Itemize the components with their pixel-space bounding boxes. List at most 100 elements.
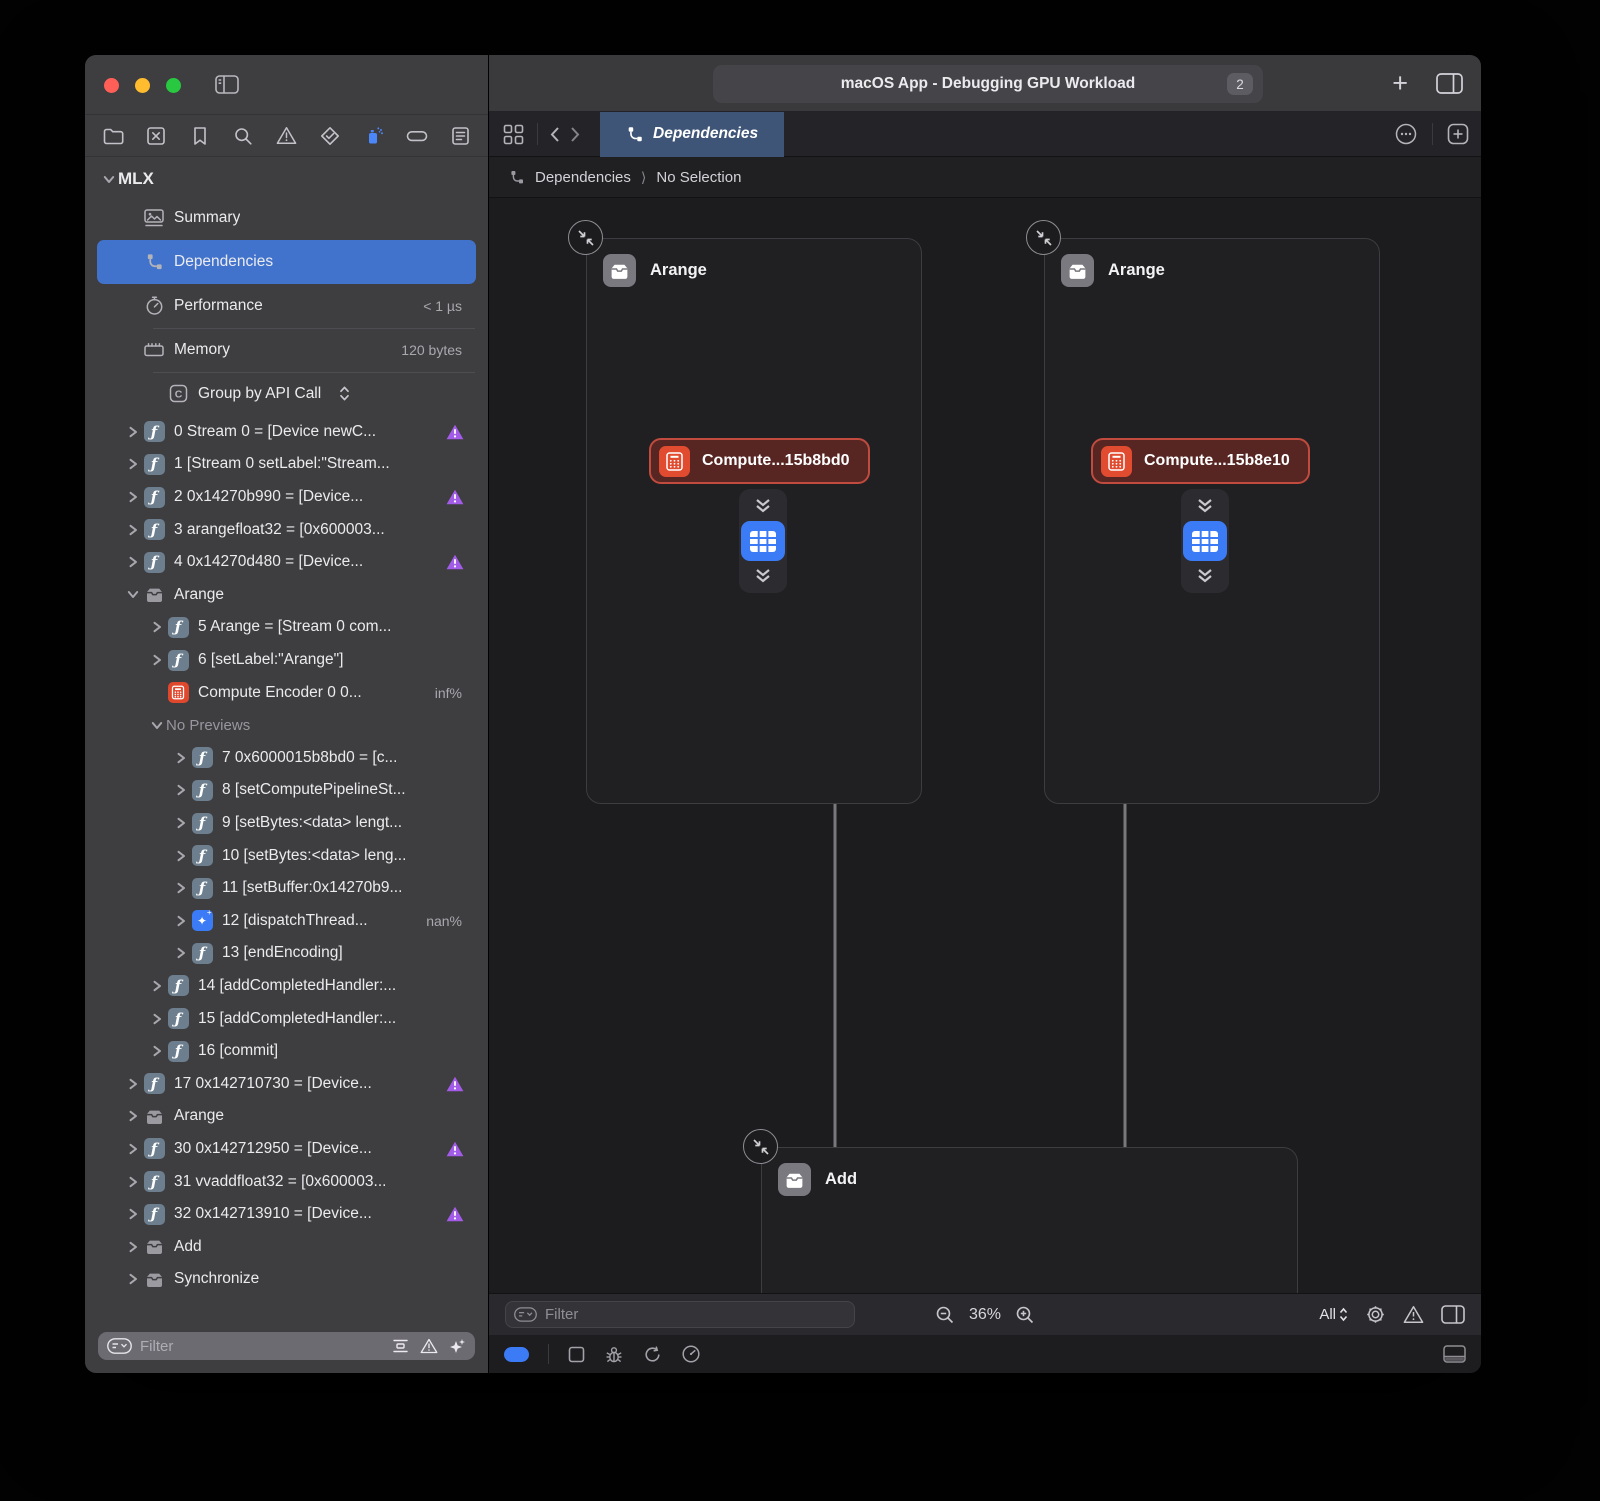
sidebar-item-performance[interactable]: Performance< 1 µs <box>85 284 488 328</box>
right-panel-icon[interactable] <box>1441 1305 1465 1324</box>
dependency-graph-canvas[interactable]: Arange Compute...15b8bd0 <box>489 198 1481 1293</box>
tree-row[interactable]: ƒ32 0x142713910 = [Device... <box>85 1198 488 1231</box>
tree-row[interactable]: ƒ15 [addCompletedHandler:... <box>85 1002 488 1035</box>
blue-capsule-toggle[interactable] <box>504 1347 529 1362</box>
chevron-right-icon[interactable] <box>123 425 142 439</box>
tree-row[interactable]: ƒ3 arangefloat32 = [0x600003... <box>85 513 488 546</box>
sidebar-item-memory[interactable]: Memory120 bytes <box>85 328 488 372</box>
tree-row[interactable]: Synchronize <box>85 1263 488 1296</box>
collapse-group-button[interactable] <box>568 220 603 255</box>
tab-dependencies[interactable]: Dependencies <box>600 112 784 157</box>
tree-row[interactable]: ƒ11 [setBuffer:0x14270b9... <box>85 872 488 905</box>
warning-filter-icon[interactable] <box>420 1338 438 1354</box>
tree-row[interactable]: ƒ17 0x142710730 = [Device... <box>85 1067 488 1100</box>
tree-row[interactable]: No Previews <box>85 709 488 742</box>
minimize-button[interactable] <box>135 78 150 93</box>
tree-row[interactable]: ƒ8 [setComputePipelineSt... <box>85 774 488 807</box>
chevron-right-icon[interactable] <box>123 1240 142 1254</box>
tree-row[interactable]: ƒ30 0x142712950 = [Device... <box>85 1133 488 1166</box>
tree-row[interactable]: ƒ6 [setLabel:"Arange"] <box>85 644 488 677</box>
chevron-right-icon[interactable] <box>123 457 142 471</box>
sparkle-filter-icon[interactable] <box>449 1338 466 1355</box>
chevron-right-icon[interactable] <box>123 1077 142 1091</box>
compute-encoder-node[interactable]: Compute...15b8bd0 <box>649 438 870 484</box>
resource-node[interactable] <box>1181 489 1229 593</box>
resource-node[interactable] <box>739 489 787 593</box>
collapse-group-button[interactable] <box>1026 220 1061 255</box>
zoom-button[interactable] <box>166 78 181 93</box>
close-button[interactable] <box>104 78 119 93</box>
refresh-icon[interactable] <box>643 1345 662 1364</box>
chevron-right-icon[interactable] <box>171 914 190 928</box>
chevron-down-icon[interactable] <box>123 588 142 601</box>
chevron-right-icon[interactable] <box>171 881 190 895</box>
chevron-right-icon[interactable] <box>171 816 190 830</box>
sidebar-item-summary[interactable]: Summary <box>85 196 488 240</box>
updown-chevrons-icon[interactable] <box>339 385 350 402</box>
group-add[interactable]: Add <box>761 1147 1298 1293</box>
split-editor-icon[interactable] <box>1436 73 1463 94</box>
toggle-sidebar-icon[interactable] <box>215 75 239 99</box>
grid-overview-icon[interactable] <box>489 124 537 145</box>
sidebar-item-dependencies[interactable]: Dependencies <box>97 240 476 284</box>
zoom-in-icon[interactable] <box>1015 1305 1035 1325</box>
tree-root-mlx[interactable]: MLX <box>85 163 488 196</box>
flatten-hierarchy-icon[interactable] <box>392 1338 409 1354</box>
chevron-right-icon[interactable] <box>123 523 142 537</box>
chevron-right-icon[interactable] <box>171 751 190 765</box>
breadcrumb-item[interactable]: Dependencies <box>535 169 631 186</box>
zoom-level[interactable]: 36% <box>969 1306 1001 1324</box>
group-arange-1[interactable]: Arange Compute...15b8bd0 <box>586 238 922 804</box>
tree-row[interactable]: Add <box>85 1230 488 1263</box>
scope-select[interactable]: All <box>1319 1306 1348 1323</box>
tree-row[interactable]: ƒ14 [addCompletedHandler:... <box>85 970 488 1003</box>
chevron-right-icon[interactable] <box>123 1142 142 1156</box>
bottom-panel-icon[interactable] <box>1443 1345 1466 1363</box>
tree-row[interactable]: ƒ5 Arange = [Stream 0 com... <box>85 611 488 644</box>
tree-row[interactable]: Arange <box>85 579 488 612</box>
back-chevron-icon[interactable] <box>548 125 562 144</box>
chevron-right-icon[interactable] <box>123 1272 142 1286</box>
spray-can-icon[interactable] <box>360 123 386 149</box>
zoom-out-icon[interactable] <box>935 1305 955 1325</box>
compute-encoder-node[interactable]: Compute...15b8e10 <box>1091 438 1310 484</box>
chevron-down-icon[interactable] <box>147 719 166 732</box>
window-tab[interactable]: macOS App - Debugging GPU Workload 2 <box>713 65 1263 103</box>
warning-triangle-icon[interactable] <box>274 123 300 149</box>
tree-row[interactable]: ƒ31 vvaddfloat32 = [0x600003... <box>85 1165 488 1198</box>
chevron-right-icon[interactable] <box>147 1012 166 1026</box>
tree-row[interactable]: ✦+12 [dispatchThread...nan% <box>85 905 488 938</box>
capsule-icon[interactable] <box>404 123 430 149</box>
chevron-right-icon[interactable] <box>123 1207 142 1221</box>
ellipsis-circle-icon[interactable] <box>1394 122 1418 146</box>
folder-icon[interactable] <box>100 123 126 149</box>
forward-chevron-icon[interactable] <box>568 125 582 144</box>
chevron-right-icon[interactable] <box>147 1044 166 1058</box>
chevron-right-icon[interactable] <box>123 555 142 569</box>
chevron-right-icon[interactable] <box>147 979 166 993</box>
graph-filter-field[interactable]: Filter <box>505 1301 855 1328</box>
chevron-down-icon[interactable] <box>99 173 118 186</box>
tree-row[interactable]: ƒ0 Stream 0 = [Device newC... <box>85 416 488 449</box>
test-diamond-icon[interactable] <box>317 123 343 149</box>
gear-icon[interactable] <box>1365 1304 1386 1325</box>
gauge-icon[interactable] <box>681 1344 701 1364</box>
tree-row[interactable]: ƒ9 [setBytes:<data> lengt... <box>85 807 488 840</box>
collapse-group-button[interactable] <box>743 1129 778 1164</box>
tree-row[interactable]: ƒ1 [Stream 0 setLabel:"Stream... <box>85 448 488 481</box>
tree-row[interactable]: ƒ2 0x14270b990 = [Device... <box>85 481 488 514</box>
search-icon[interactable] <box>230 123 256 149</box>
new-tab-button[interactable]: + <box>1392 70 1408 97</box>
chevron-right-icon[interactable] <box>171 849 190 863</box>
chevron-right-icon[interactable] <box>123 1109 142 1123</box>
chevron-right-icon[interactable] <box>147 653 166 667</box>
chevron-right-icon[interactable] <box>147 620 166 634</box>
chevron-right-icon[interactable] <box>171 783 190 797</box>
group-arange-2[interactable]: Arange Compute...15b8e10 <box>1044 238 1380 804</box>
tree-row[interactable]: ƒ10 [setBytes:<data> leng... <box>85 839 488 872</box>
sidebar-filter-field[interactable]: Filter <box>98 1332 475 1360</box>
gpu-capture-icon[interactable] <box>143 123 169 149</box>
chevron-right-icon[interactable] <box>123 1175 142 1189</box>
tree-row[interactable]: Compute Encoder 0 0...inf% <box>85 676 488 709</box>
bookmark-icon[interactable] <box>187 123 213 149</box>
